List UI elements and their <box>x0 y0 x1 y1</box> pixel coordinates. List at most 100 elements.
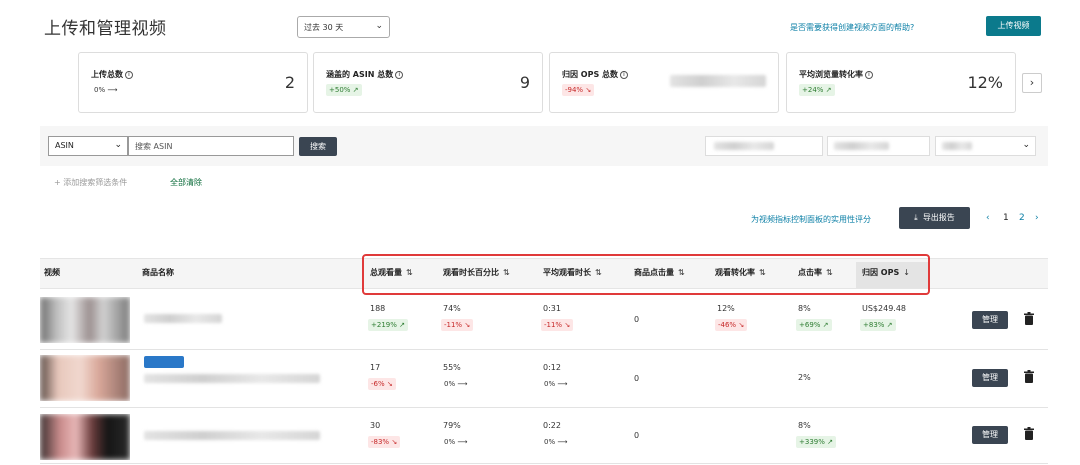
blurred-product-name <box>144 431 320 440</box>
add-filter-link[interactable]: + 添加搜索筛选条件 <box>54 177 127 188</box>
col-product-name: 商品名称 <box>142 268 174 277</box>
filter-dropdown[interactable]: ⌄ <box>935 136 1036 156</box>
date-range-value: 过去 30 天 <box>304 23 344 32</box>
cell-ctr: 2% <box>798 373 811 382</box>
trend-up-icon: ↗ <box>827 438 833 446</box>
row-divider <box>40 349 1048 350</box>
trend-chip: +339% ↗ <box>796 436 836 448</box>
trash-icon[interactable] <box>1024 427 1034 440</box>
upload-video-button[interactable]: 上传视频 <box>986 16 1041 36</box>
trend-chip: -11% ↘ <box>441 319 474 331</box>
trend-chip: 0% ⟶ <box>444 438 468 446</box>
video-thumbnail[interactable] <box>40 297 130 343</box>
trash-icon[interactable] <box>1024 370 1034 383</box>
cell-clicks: 0 <box>634 431 640 440</box>
chevron-left-icon[interactable]: ‹ <box>986 213 990 223</box>
manage-button[interactable]: 管理 <box>972 369 1008 387</box>
cell-views: 30 <box>370 421 381 430</box>
chevron-right-icon[interactable]: › <box>1022 73 1042 93</box>
stat-value: 2 <box>284 73 295 92</box>
filter-dropdown[interactable] <box>705 136 823 156</box>
help-link[interactable]: 是否需要获得创建视频方面的帮助? <box>790 22 914 33</box>
info-icon[interactable]: i <box>395 71 404 79</box>
trend-up-icon: ↗ <box>822 321 829 329</box>
stat-trend: 0% ⟶ <box>94 86 118 94</box>
blurred-value <box>670 75 766 87</box>
stat-label: 归因 OPS 总数 <box>562 70 618 79</box>
search-input[interactable]: 搜索 ASIN <box>128 136 294 156</box>
stat-value: 9 <box>519 73 530 92</box>
trend-chip: 0% ⟶ <box>544 438 568 446</box>
cell-views: 17 <box>370 363 381 372</box>
trend-down-icon: ↘ <box>386 380 393 388</box>
annotation-highlight <box>362 254 930 295</box>
trend-down-icon: ↘ <box>564 321 571 329</box>
cell-ops: US$249.48 <box>862 304 907 313</box>
trend-chip: -46% ↘ <box>715 319 748 331</box>
cell-views: 188 <box>370 304 386 313</box>
trend-down-icon: ↘ <box>585 86 592 94</box>
trend-chip: +219% ↗ <box>368 319 408 331</box>
chevron-down-icon: ⌄ <box>375 21 383 31</box>
trash-icon[interactable] <box>1024 312 1034 325</box>
page-1[interactable]: 1 <box>1003 213 1009 223</box>
trend-chip: +69% ↗ <box>796 319 832 331</box>
blurred-product-name <box>144 374 320 383</box>
trend-down-icon: ↘ <box>738 321 745 329</box>
arrow-right-icon: ⟶ <box>107 86 118 94</box>
manage-button[interactable]: 管理 <box>972 311 1008 329</box>
stat-card-uploads: 上传总数 i 0% ⟶ 2 <box>78 52 308 113</box>
video-thumbnail[interactable] <box>40 414 130 460</box>
row-divider <box>40 463 1048 464</box>
cell-clicks: 0 <box>634 374 640 383</box>
page-title: 上传和管理视频 <box>44 19 167 39</box>
cell-watch-pct: 79% <box>443 421 461 430</box>
trend-chip: -6% ↘ <box>368 378 396 390</box>
info-icon[interactable]: i <box>865 71 873 79</box>
trend-up-icon: ↗ <box>352 86 359 94</box>
search-button[interactable]: 搜索 <box>299 137 337 156</box>
stat-value: 12% <box>967 73 1003 92</box>
cell-ctr: 8% <box>798 304 811 313</box>
stat-label: 涵盖的 ASIN 总数 <box>326 70 394 79</box>
rating-link[interactable]: 为视频指标控制面板的实用性评分 <box>751 214 871 225</box>
stat-card-asins: 涵盖的 ASIN 总数 i +50% ↗ 9 <box>313 52 543 113</box>
stat-trend: -94% ↘ <box>562 84 595 96</box>
cell-avg-time: 0:31 <box>543 304 561 313</box>
download-icon: ⤓ <box>914 213 918 222</box>
arrow-right-icon: ⟶ <box>457 438 468 446</box>
cell-conversion: 12% <box>717 304 735 313</box>
cell-avg-time: 0:22 <box>543 421 561 430</box>
date-range-select[interactable]: 过去 30 天 ⌄ <box>297 16 390 38</box>
cell-watch-pct: 55% <box>443 363 461 372</box>
blurred-product-name <box>144 314 222 323</box>
info-icon[interactable]: i <box>125 71 133 79</box>
trend-down-icon: ↘ <box>464 321 471 329</box>
stat-card-conversion: 平均浏览量转化率 i +24% ↗ 12% <box>786 52 1016 113</box>
chevron-down-icon: ⌄ <box>1022 140 1030 150</box>
manage-button[interactable]: 管理 <box>972 426 1008 444</box>
arrow-right-icon: ⟶ <box>557 438 568 446</box>
stat-trend: +24% ↗ <box>799 84 835 96</box>
page-2[interactable]: 2 <box>1019 213 1025 223</box>
stat-card-ops: 归因 OPS 总数 i -94% ↘ <box>549 52 779 113</box>
stat-label: 平均浏览量转化率 <box>799 70 863 79</box>
chevron-right-icon[interactable]: › <box>1035 213 1039 223</box>
video-thumbnail[interactable] <box>40 355 130 401</box>
arrow-right-icon: ⟶ <box>557 380 568 388</box>
chevron-down-icon: ⌄ <box>114 140 122 150</box>
clear-all-link[interactable]: 全部清除 <box>170 177 202 188</box>
trend-down-icon: ↘ <box>391 438 398 446</box>
arrow-right-icon: ⟶ <box>457 380 468 388</box>
row-divider <box>40 407 1048 408</box>
trend-chip: -11% ↘ <box>541 319 574 331</box>
product-badge <box>144 356 184 368</box>
trend-chip: 0% ⟶ <box>544 380 568 388</box>
filter-dropdown[interactable] <box>827 136 930 156</box>
asin-filter-select[interactable]: ASIN ⌄ <box>48 136 128 156</box>
col-video: 视频 <box>44 268 60 277</box>
trend-up-icon: ↗ <box>399 321 405 329</box>
info-icon[interactable]: i <box>620 71 628 79</box>
cell-avg-time: 0:12 <box>543 363 561 372</box>
export-report-button[interactable]: ⤓ 导出报告 <box>899 207 970 229</box>
